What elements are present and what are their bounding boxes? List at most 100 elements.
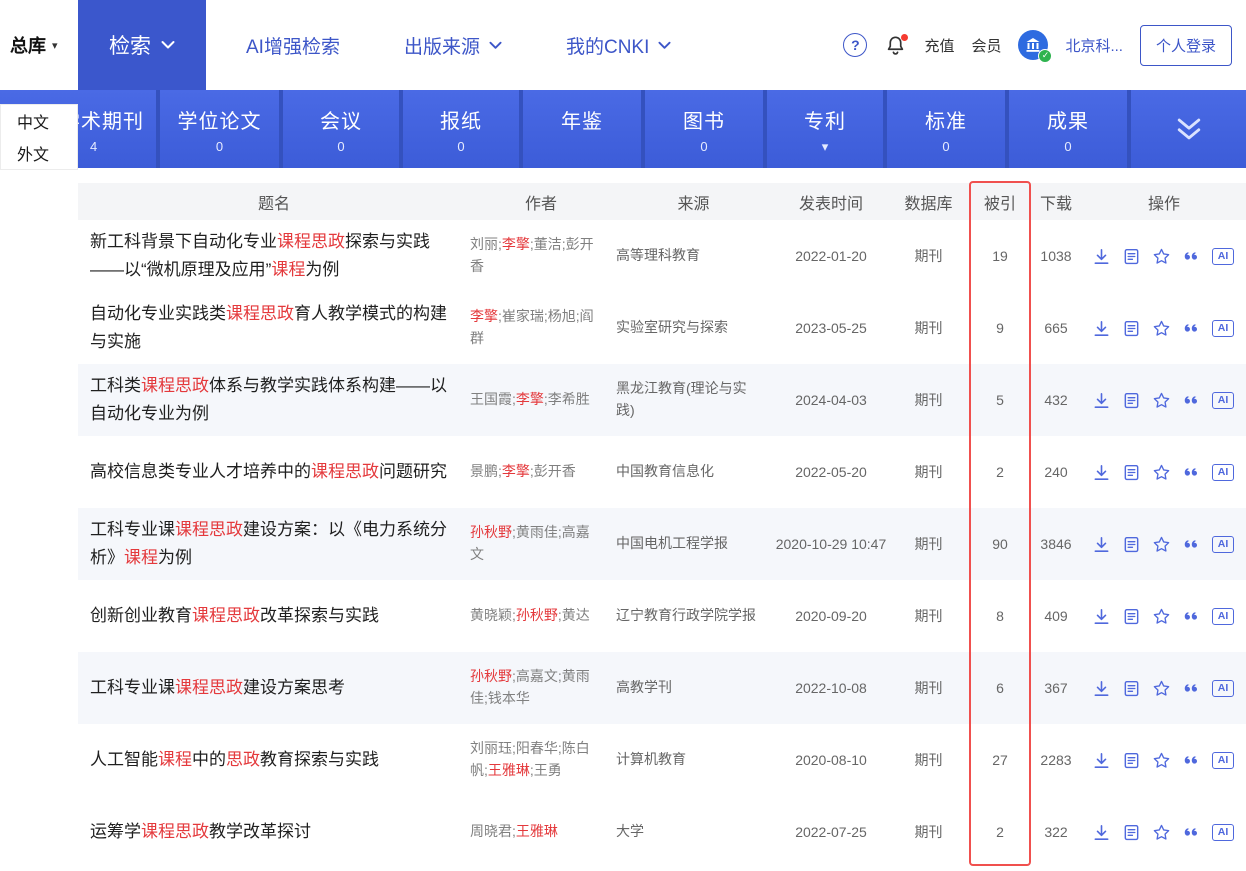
result-authors[interactable]: 王国霞;李擎;李希胜 [470,389,612,411]
result-source-link[interactable]: 辽宁教育行政学院学报 [612,605,775,627]
download-icon[interactable] [1092,247,1111,266]
result-authors[interactable]: 黄晓颖;孙秋野;黄达 [470,605,612,627]
read-icon[interactable] [1122,391,1141,410]
db-tab-5[interactable]: 年鉴 [523,90,645,168]
quote-icon[interactable] [1182,607,1201,626]
result-source-link[interactable]: 中国电机工程学报 [612,533,775,555]
download-icon[interactable] [1092,607,1111,626]
ai-icon[interactable]: AI [1212,391,1234,409]
result-source-link[interactable]: 高教学刊 [612,677,775,699]
db-tab-9[interactable]: 成果 0 [1009,90,1131,168]
result-title-link[interactable]: 工科专业课课程思政建设方案：以《电力系统分析》课程为例 [78,508,470,579]
favorite-icon[interactable] [1152,823,1171,842]
result-source-link[interactable]: 高等理科教育 [612,245,775,267]
result-title-link[interactable]: 自动化专业实践类课程思政育人教学模式的构建与实施 [78,292,470,363]
login-button[interactable]: 个人登录 [1139,24,1232,66]
favorite-icon[interactable] [1152,751,1171,770]
download-count[interactable]: 240 [1030,462,1082,483]
result-authors[interactable]: 李擎;崔家瑞;杨旭;阎群 [470,306,612,349]
favorite-icon[interactable] [1152,463,1171,482]
favorite-icon[interactable] [1152,607,1171,626]
cited-count[interactable]: 90 [970,534,1030,555]
cited-count[interactable]: 9 [970,318,1030,339]
result-authors[interactable]: 孙秋野;高嘉文;黄雨佳;钱本华 [470,666,612,709]
quote-icon[interactable] [1182,319,1201,338]
favorite-icon[interactable] [1152,391,1171,410]
ai-icon[interactable]: AI [1212,535,1234,553]
result-authors[interactable]: 刘丽珏;阳春华;陈白帆;王雅琳;王勇 [470,738,612,781]
db-tab-7[interactable]: 专利 ▾ [767,90,887,168]
lang-tab-chinese[interactable]: 中文 [1,105,77,137]
cited-count[interactable]: 2 [970,822,1030,843]
result-authors[interactable]: 刘丽;李擎;董洁;彭开香 [470,234,612,277]
cited-count[interactable]: 19 [970,246,1030,267]
download-count[interactable]: 3846 [1030,534,1082,555]
result-title-link[interactable]: 新工科背景下自动化专业课程思政探索与实践——以“微机原理及应用”课程为例 [78,220,470,291]
read-icon[interactable] [1122,607,1141,626]
recharge-link[interactable]: 充值 [924,35,954,56]
db-tab-6[interactable]: 图书 0 [645,90,767,168]
download-count[interactable]: 432 [1030,390,1082,411]
ai-icon[interactable]: AI [1212,751,1234,769]
read-icon[interactable] [1122,823,1141,842]
download-count[interactable]: 665 [1030,318,1082,339]
cited-count[interactable]: 8 [970,606,1030,627]
ai-icon[interactable]: AI [1212,679,1234,697]
result-source-link[interactable]: 计算机教育 [612,749,775,771]
favorite-icon[interactable] [1152,319,1171,338]
quote-icon[interactable] [1182,679,1201,698]
read-icon[interactable] [1122,535,1141,554]
favorite-icon[interactable] [1152,679,1171,698]
db-selector[interactable]: 总库 ▾ [10,0,58,90]
nav-my-cnki[interactable]: 我的CNKI [566,32,671,59]
download-count[interactable]: 322 [1030,822,1082,843]
quote-icon[interactable] [1182,823,1201,842]
lang-tab-foreign[interactable]: 外文 [1,137,77,169]
result-title-link[interactable]: 创新创业教育课程思政改革探索与实践 [78,594,470,638]
quote-icon[interactable] [1182,751,1201,770]
result-authors[interactable]: 景鹏;李擎;彭开香 [470,461,612,483]
ai-icon[interactable]: AI [1212,823,1234,841]
result-authors[interactable]: 孙秋野;黄雨佳;高嘉文 [470,522,612,565]
nav-ai-search[interactable]: AI增强检索 [246,32,340,59]
quote-icon[interactable] [1182,463,1201,482]
ai-icon[interactable]: AI [1212,607,1234,625]
cited-count[interactable]: 27 [970,750,1030,771]
read-icon[interactable] [1122,751,1141,770]
expand-tabs-icon[interactable] [1131,90,1246,168]
download-icon[interactable] [1092,535,1111,554]
result-source-link[interactable]: 实验室研究与探索 [612,317,775,339]
nav-publish-source[interactable]: 出版来源 [404,32,502,59]
db-tab-3[interactable]: 会议 0 [283,90,403,168]
quote-icon[interactable] [1182,247,1201,266]
download-icon[interactable] [1092,463,1111,482]
download-icon[interactable] [1092,679,1111,698]
download-icon[interactable] [1092,319,1111,338]
db-tab-2[interactable]: 学位论文 0 [160,90,283,168]
member-link[interactable]: 会员 [971,35,1001,56]
ai-icon[interactable]: AI [1212,463,1234,481]
result-source-link[interactable]: 大学 [612,821,775,843]
download-count[interactable]: 367 [1030,678,1082,699]
result-source-link[interactable]: 黑龙江教育(理论与实践) [612,378,775,421]
download-count[interactable]: 2283 [1030,750,1082,771]
db-tab-8[interactable]: 标准 0 [887,90,1009,168]
ai-icon[interactable]: AI [1212,247,1234,265]
download-count[interactable]: 1038 [1030,246,1082,267]
read-icon[interactable] [1122,319,1141,338]
result-title-link[interactable]: 高校信息类专业人才培养中的课程思政问题研究 [78,450,470,494]
download-icon[interactable] [1092,391,1111,410]
download-icon[interactable] [1092,823,1111,842]
download-icon[interactable] [1092,751,1111,770]
download-count[interactable]: 409 [1030,606,1082,627]
cited-count[interactable]: 5 [970,390,1030,411]
result-title-link[interactable]: 工科专业课课程思政建设方案思考 [78,666,470,710]
result-title-link[interactable]: 人工智能课程中的思政教育探索与实践 [78,738,470,782]
quote-icon[interactable] [1182,391,1201,410]
cited-count[interactable]: 2 [970,462,1030,483]
bell-icon[interactable] [884,33,909,57]
read-icon[interactable] [1122,247,1141,266]
favorite-icon[interactable] [1152,247,1171,266]
ai-icon[interactable]: AI [1212,319,1234,337]
quote-icon[interactable] [1182,535,1201,554]
